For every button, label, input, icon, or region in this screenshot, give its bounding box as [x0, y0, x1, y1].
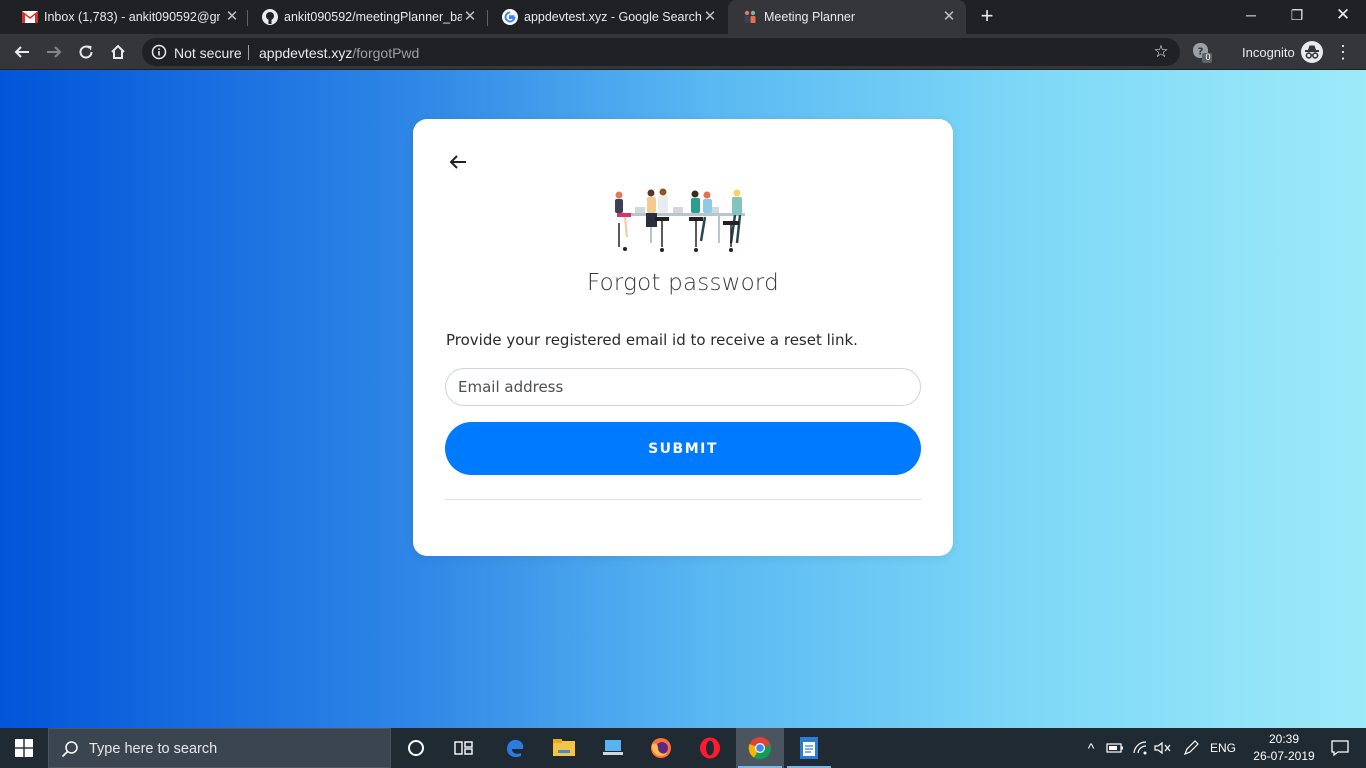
submit-button[interactable]: SUBMIT	[445, 422, 921, 475]
meeting-illustration	[615, 188, 745, 252]
tab-github[interactable]: ankit090592/meetingPlanner_bac ✕	[248, 0, 488, 34]
file-explorer-icon[interactable]	[540, 728, 588, 768]
extension-badge: 0	[1205, 52, 1211, 62]
arrow-right-icon	[47, 46, 62, 58]
wifi-icon[interactable]	[1130, 728, 1152, 768]
tab-title: appdevtest.xyz - Google Search	[524, 10, 702, 24]
tab-title: Meeting Planner	[764, 10, 856, 24]
windows-taskbar: Type here to search ^ ENG 20:39 26-07-20…	[0, 728, 1366, 768]
chevron-up-icon[interactable]: ^	[1080, 728, 1102, 768]
url-path: /forgotPwd	[352, 45, 420, 61]
github-icon	[262, 9, 278, 25]
maximize-button[interactable]: ❐	[1274, 0, 1320, 30]
window-close-button[interactable]: ✕	[1320, 0, 1366, 30]
minimize-button[interactable]: ─	[1228, 0, 1274, 30]
forward-button[interactable]	[42, 40, 66, 64]
system-clock[interactable]: 20:39 26-07-2019	[1250, 731, 1318, 765]
page-viewport: Forgot password Provide your registered …	[0, 70, 1366, 728]
tab-google-search[interactable]: appdevtest.xyz - Google Search ✕	[488, 0, 728, 34]
notification-icon[interactable]	[1320, 728, 1360, 768]
tab-gmail[interactable]: Inbox (1,783) - ankit090592@gm ✕	[8, 0, 246, 34]
url-host: appdevtest.xyz	[259, 45, 353, 61]
divider	[445, 499, 921, 500]
close-icon[interactable]: ✕	[941, 9, 957, 25]
notepad-icon[interactable]	[785, 728, 833, 768]
forgot-password-card: Forgot password Provide your registered …	[413, 119, 953, 556]
search-icon	[61, 741, 78, 758]
meeting-planner-icon	[742, 9, 758, 25]
chrome-icon[interactable]	[736, 728, 784, 768]
security-label[interactable]: Not secure	[174, 45, 242, 61]
windows-logo-icon	[15, 739, 33, 757]
incognito-label: Incognito	[1242, 45, 1295, 60]
new-tab-button[interactable]: +	[976, 5, 998, 28]
home-button[interactable]	[106, 40, 130, 64]
google-icon	[502, 9, 518, 25]
cortana-icon[interactable]	[392, 728, 440, 768]
this-pc-icon[interactable]	[589, 728, 637, 768]
language-indicator[interactable]: ENG	[1206, 728, 1240, 768]
tab-title: Inbox (1,783) - ankit090592@gm	[44, 10, 220, 24]
address-bar[interactable]: Not secure appdevtest.xyz/forgotPwd ☆	[142, 38, 1180, 66]
gmail-icon	[22, 9, 38, 25]
tab-title: ankit090592/meetingPlanner_bac	[284, 10, 462, 24]
info-icon[interactable]	[150, 43, 168, 61]
volume-muted-icon[interactable]	[1152, 728, 1174, 768]
arrow-left-icon[interactable]	[447, 151, 469, 173]
omnibox-divider	[248, 45, 249, 60]
battery-icon[interactable]	[1104, 728, 1126, 768]
close-icon[interactable]: ✕	[224, 9, 240, 25]
taskbar-search[interactable]: Type here to search	[48, 728, 391, 768]
firefox-icon[interactable]	[637, 728, 685, 768]
pen-workspace-icon[interactable]	[1180, 728, 1202, 768]
url-text[interactable]: appdevtest.xyz/forgotPwd	[259, 45, 419, 61]
opera-icon[interactable]	[686, 728, 734, 768]
clock-time: 20:39	[1268, 732, 1300, 746]
email-field[interactable]	[445, 368, 921, 406]
close-icon[interactable]: ✕	[462, 9, 478, 25]
edge-icon[interactable]	[491, 728, 539, 768]
close-icon[interactable]: ✕	[702, 9, 718, 25]
task-view-icon[interactable]	[440, 728, 488, 768]
start-button[interactable]	[0, 728, 48, 768]
reload-button[interactable]	[74, 40, 98, 64]
star-icon[interactable]: ☆	[1152, 43, 1170, 61]
search-placeholder: Type here to search	[89, 741, 218, 757]
menu-icon[interactable]: ⋮	[1334, 42, 1352, 62]
clock-date: 26-07-2019	[1253, 749, 1315, 763]
reload-icon	[79, 45, 93, 59]
browser-toolbar: Not secure appdevtest.xyz/forgotPwd ☆ ? …	[0, 34, 1366, 70]
back-button[interactable]	[10, 40, 34, 64]
incognito-icon[interactable]	[1301, 41, 1323, 63]
arrow-left-icon	[14, 46, 29, 58]
tab-meeting-planner[interactable]: Meeting Planner ✕	[728, 0, 966, 34]
home-icon	[111, 44, 125, 59]
tab-strip: Inbox (1,783) - ankit090592@gm ✕ ankit09…	[0, 0, 1366, 34]
instruction-text: Provide your registered email id to rece…	[446, 331, 858, 349]
page-title: Forgot password	[587, 270, 779, 296]
extension-button[interactable]: ? 0	[1192, 42, 1214, 64]
